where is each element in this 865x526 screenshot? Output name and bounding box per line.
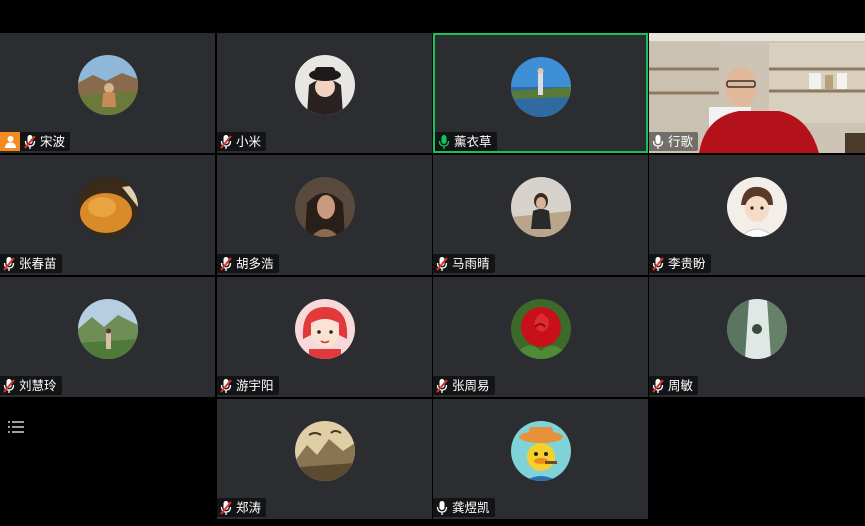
participant-nametag: 龚煜凯: [433, 498, 495, 517]
microphone-muted-icon[interactable]: [436, 256, 448, 272]
red-rose-icon: [510, 299, 571, 359]
photo-landscape-person-icon: [77, 55, 138, 115]
photo-girl-hat-icon: [294, 55, 355, 115]
photo-desert-woman-icon: [510, 177, 571, 237]
ink-landscape-painting-icon: [294, 421, 355, 481]
participant-nametag: 周敏: [649, 376, 699, 395]
participant-tile-7[interactable]: 马雨晴: [433, 155, 648, 275]
participant-name: 龚煜凯: [452, 500, 490, 515]
photo-bread-icon: [77, 177, 138, 237]
microphone-muted-icon[interactable]: [652, 378, 664, 394]
participant-name: 张春苗: [19, 256, 57, 271]
participant-name: 行歌: [668, 134, 694, 149]
participant-tile-11[interactable]: 张周易: [433, 277, 648, 397]
microphone-icon[interactable]: [652, 134, 664, 150]
microphone-muted-icon[interactable]: [652, 256, 664, 272]
microphone-icon[interactable]: [436, 500, 448, 516]
microphone-muted-icon[interactable]: [220, 134, 232, 150]
participant-nametag: 刘慧玲: [0, 376, 62, 395]
host-badge: [0, 132, 20, 151]
photo-green-valley-icon: [77, 299, 138, 359]
microphone-muted-icon[interactable]: [3, 256, 15, 272]
participant-nametag: 胡多浩: [217, 254, 279, 273]
cartoon-boy-icon: [727, 177, 787, 237]
participant-nametag: 游宇阳: [217, 376, 279, 395]
microphone-muted-icon[interactable]: [24, 134, 36, 150]
participant-name: 宋波: [40, 134, 66, 149]
participant-name: 李贵盼: [668, 256, 706, 271]
participant-tile-3[interactable]: 薰衣草: [433, 33, 648, 153]
participant-tile-1[interactable]: 宋波: [0, 33, 215, 153]
participant-nametag: 行歌: [649, 132, 699, 151]
participant-nametag: 马雨晴: [433, 254, 495, 273]
participant-name: 张周易: [452, 378, 490, 393]
participant-grid: 宋波 小米 薰衣草 行歌 张春苗 胡多浩 马雨晴 李贵盼 刘慧玲 游宇阳 张周易…: [0, 33, 865, 520]
photo-lake-person-icon: [510, 57, 571, 117]
participant-tile-12[interactable]: 周敏: [649, 277, 865, 397]
participant-tile-4[interactable]: 行歌: [649, 33, 865, 153]
microphone-muted-icon[interactable]: [436, 378, 448, 394]
host-person-icon: [4, 136, 16, 148]
participant-tile-10[interactable]: 游宇阳: [217, 277, 432, 397]
microphone-muted-icon[interactable]: [220, 256, 232, 272]
participant-list-icon[interactable]: [8, 420, 24, 434]
participant-name: 胡多浩: [236, 256, 274, 271]
cartoon-red-girl-icon: [294, 299, 355, 359]
microphone-muted-icon[interactable]: [3, 378, 15, 394]
microphone-muted-icon[interactable]: [220, 500, 232, 516]
participant-name: 刘慧玲: [19, 378, 57, 393]
participant-name: 马雨晴: [452, 256, 490, 271]
participant-nametag: 李贵盼: [649, 254, 711, 273]
participant-nametag: 薰衣草: [435, 132, 497, 151]
participant-nametag: 郑涛: [217, 498, 267, 517]
participant-name: 薰衣草: [454, 134, 492, 149]
photo-waterfall-icon: [727, 299, 787, 359]
participant-name: 郑涛: [236, 500, 262, 515]
photo-woman-hair-icon: [294, 177, 355, 237]
microphone-speaking-icon[interactable]: [438, 134, 450, 150]
participant-tile-8[interactable]: 李贵盼: [649, 155, 865, 275]
participant-nametag: 张周易: [433, 376, 495, 395]
participant-name: 小米: [236, 134, 262, 149]
participant-tile-9[interactable]: 刘慧玲: [0, 277, 215, 397]
participant-nametag: 张春苗: [0, 254, 62, 273]
participant-name: 周敏: [668, 378, 694, 393]
microphone-muted-icon[interactable]: [220, 378, 232, 394]
participant-tile-6[interactable]: 胡多浩: [217, 155, 432, 275]
participant-tile-13[interactable]: 郑涛: [217, 399, 432, 519]
participant-tile-5[interactable]: 张春苗: [0, 155, 215, 275]
cartoon-duck-hat-icon: [510, 421, 571, 481]
participant-tile-2[interactable]: 小米: [217, 33, 432, 153]
participant-name: 游宇阳: [236, 378, 274, 393]
participant-nametag: 小米: [217, 132, 267, 151]
participant-tile-14[interactable]: 龚煜凯: [433, 399, 648, 519]
